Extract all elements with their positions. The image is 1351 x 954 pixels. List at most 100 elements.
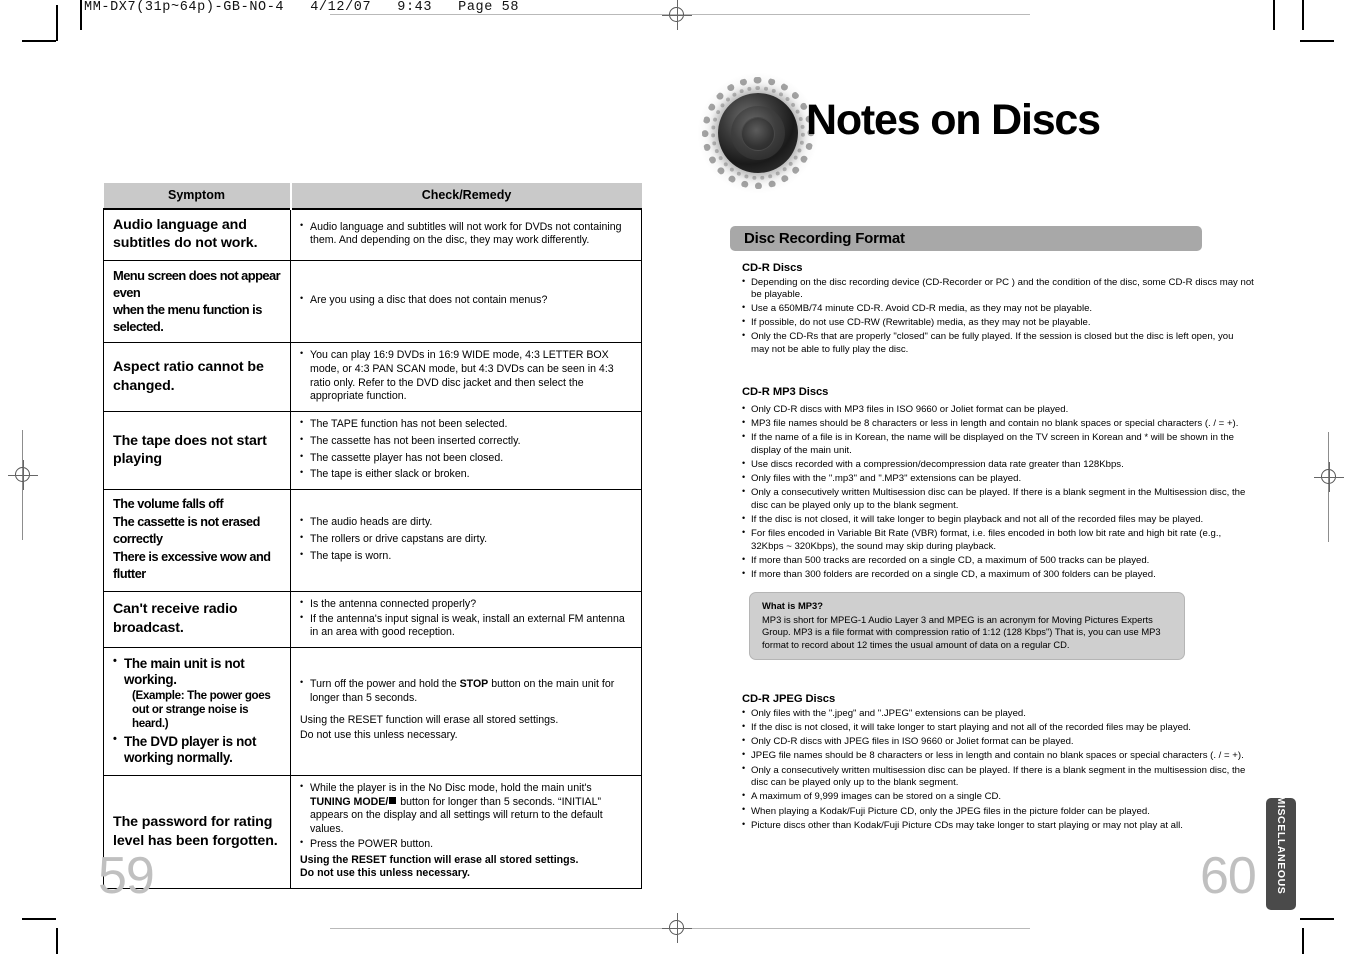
remedy-item: The tape is either slack or broken. [300,467,634,482]
table-row: The volume falls off The cassette is not… [103,489,642,592]
page-number-right: 60 [1200,847,1257,905]
block-cd-r-jpeg-discs: CD-R JPEG Discs Only files with the ".jp… [742,693,1254,834]
table-row: The password for rating level has been f… [103,774,642,890]
remedy-cell: Turn off the power and hold the STOP but… [290,647,642,776]
table-row: Audio language and subtitles do not work… [103,207,642,261]
side-tab-miscellaneous: MISCELLANEOUS [1266,796,1296,910]
remedy-item: The TAPE function has not been selected. [300,417,634,432]
list-item: Only files with the ".mp3" and ".MP3" ex… [742,472,1254,486]
symptom-cell: Aspect ratio cannot be changed. [103,342,291,413]
list-item: Only a consecutively written Multisessio… [742,486,1254,512]
symptom-cell: The volume falls off The cassette is not… [103,489,291,592]
symptom-cell: Menu screen does not appear even when th… [103,259,291,344]
table-row: Aspect ratio cannot be changed. You can … [103,342,642,413]
list-item: A maximum of 9,999 images can be stored … [742,790,1254,804]
remedy-note-bold: Using the RESET function will erase all … [300,853,579,866]
list-item: If the disc is not closed, it will take … [742,513,1254,527]
remedy-text-a: Turn off the power and hold the [310,677,460,690]
list-item: JPEG file names should be 8 characters o… [742,749,1254,763]
list-item: Depending on the disc recording device (… [742,276,1254,302]
symptom-line: Audio language and [113,217,247,233]
remedy-item: You can play 16:9 DVDs in 16:9 WIDE mode… [300,348,634,404]
block-cd-r-mp3-discs: CD-R MP3 Discs Only CD-R discs with MP3 … [742,386,1254,584]
remedy-cell: The audio heads are dirty. The rollers o… [290,489,642,592]
symptom-line: Menu screen does not appear even [113,267,281,300]
remedy-cell: Audio language and subtitles will not wo… [290,207,642,261]
list-item: Picture discs other than Kodak/Fuji Pict… [742,819,1254,833]
symptom-line: There is excessive wow and flutter [113,549,271,582]
symptom-line: The volume falls off [113,497,224,512]
remedy-item: If the antenna's input signal is weak, i… [300,612,634,641]
side-tab-label: MISCELLANEOUS [1275,795,1287,895]
list-item: Only files with the ".jpeg" and ".JPEG" … [742,707,1254,721]
symptom-line: The cassette is not erased correctly [113,514,260,547]
block-cd-r-discs: CD-R Discs Depending on the disc recordi… [742,262,1254,358]
list-item: Use discs recorded with a compression/de… [742,458,1254,472]
mp3-info-title: What is MP3? [762,600,823,611]
remedy-note-line: Do not use this unless necessary. [300,729,458,742]
mp3-info-box: What is MP3? MP3 is short for MPEG-1 Aud… [749,592,1185,660]
symptom-cell: The main unit is not working. (Example: … [103,647,291,776]
table-row: Can't receive radio broadcast. Is the an… [103,590,642,649]
remedy-item: The cassette has not been inserted corre… [300,434,634,449]
table-row: The main unit is not working. (Example: … [103,647,642,776]
symptom-cell: Can't receive radio broadcast. [103,590,291,649]
list-item: Use a 650MB/74 minute CD-R. Avoid CD-R m… [742,302,1254,315]
symptom-line: broadcast. [113,619,184,636]
table-header-row: Symptom Check/Remedy [103,183,642,209]
symptom-line: Can't receive radio [113,601,238,618]
remedy-item: Is the antenna connected properly? [300,597,634,612]
symptom-line: when the menu function is selected. [113,301,262,334]
remedy-cell: The TAPE function has not been selected.… [290,411,642,491]
remedy-note-bold: Do not use this unless necessary. [300,867,470,880]
symptom-bullet-sub: (Example: The power goes out or strange … [132,688,271,730]
stop-square-icon [389,797,397,805]
remedy-keyword-stop: STOP [459,677,489,690]
remedy-item: The rollers or drive capstans are dirty. [300,532,634,547]
remedy-item: The audio heads are dirty. [300,515,634,530]
block-heading: CD-R JPEG Discs [742,693,836,705]
list-item: Only the CD-Rs that are properly "closed… [742,330,1254,356]
remedy-item: The tape is worn. [300,549,634,564]
list-item: If possible, do not use CD-RW (Rewritabl… [742,316,1254,329]
symptom-bullet: The DVD player is not working normally. [113,733,283,767]
disc-icon [698,73,818,193]
symptom-bullet-text: The main unit is not working. [124,656,245,688]
table-row: Menu screen does not appear even when th… [103,259,642,344]
page-title: Notes on Discs [806,96,1101,144]
remedy-item: While the player is in the No Disc mode,… [300,781,634,837]
list-item: Only CD-R discs with JPEG files in ISO 9… [742,735,1254,749]
remedy-item: The cassette player has not been closed. [300,451,634,466]
remedy-cell: While the player is in the No Disc mode,… [290,774,642,890]
remedy-item: Audio language and subtitles will not wo… [300,220,634,249]
mp3-info-body: MP3 is short for MPEG-1 Audio Layer 3 an… [762,613,1161,650]
remedy-cell: Is the antenna connected properly? If th… [290,590,642,649]
remedy-item: Turn off the power and hold the STOP but… [300,677,634,706]
symptom-line: changed. [113,377,175,394]
symptom-line: subtitles do not work. [113,235,258,252]
list-item: For files encoded in Variable Bit Rate (… [742,527,1254,553]
list-item: If the name of a file is in Korean, the … [742,431,1254,457]
symptom-line: The password for rating [113,814,273,831]
remedy-note-line: Using the RESET function will erase all … [300,714,559,727]
remedy-text-a: While the player is in the No Disc mode,… [310,781,592,794]
list-item: If more than 500 tracks are recorded on … [742,554,1254,568]
symptom-cell: Audio language and subtitles do not work… [103,207,291,261]
troubleshooting-table: Symptom Check/Remedy Audio language and … [103,183,642,890]
symptom-bullet-text: The DVD player is not working normally. [124,734,257,766]
remedy-keyword-tuning-mode: TUNING MODE/ [310,795,389,808]
list-item: When playing a Kodak/Fuji Picture CD, on… [742,804,1254,819]
block-heading: CD-R MP3 Discs [742,386,829,398]
symptom-bullet: The main unit is not working. (Example: … [113,655,283,731]
list-item: Only CD-R discs with MP3 files in ISO 96… [742,403,1254,417]
remedy-cell: Are you using a disc that does not conta… [290,259,642,344]
table-row: The tape does not start playing The TAPE… [103,411,642,491]
left-page: Symptom Check/Remedy Audio language and … [0,0,660,954]
remedy-cell: You can play 16:9 DVDs in 16:9 WIDE mode… [290,342,642,413]
list-item: If more than 300 folders are recorded on… [742,568,1254,582]
list-item: If the disc is not closed, it will take … [742,721,1254,735]
symptom-line: The tape does not start [113,432,267,449]
section-header-label: Disc Recording Format [744,230,905,247]
section-header-disc-recording-format: Disc Recording Format [730,226,1202,251]
remedy-item: Are you using a disc that does not conta… [300,293,634,308]
